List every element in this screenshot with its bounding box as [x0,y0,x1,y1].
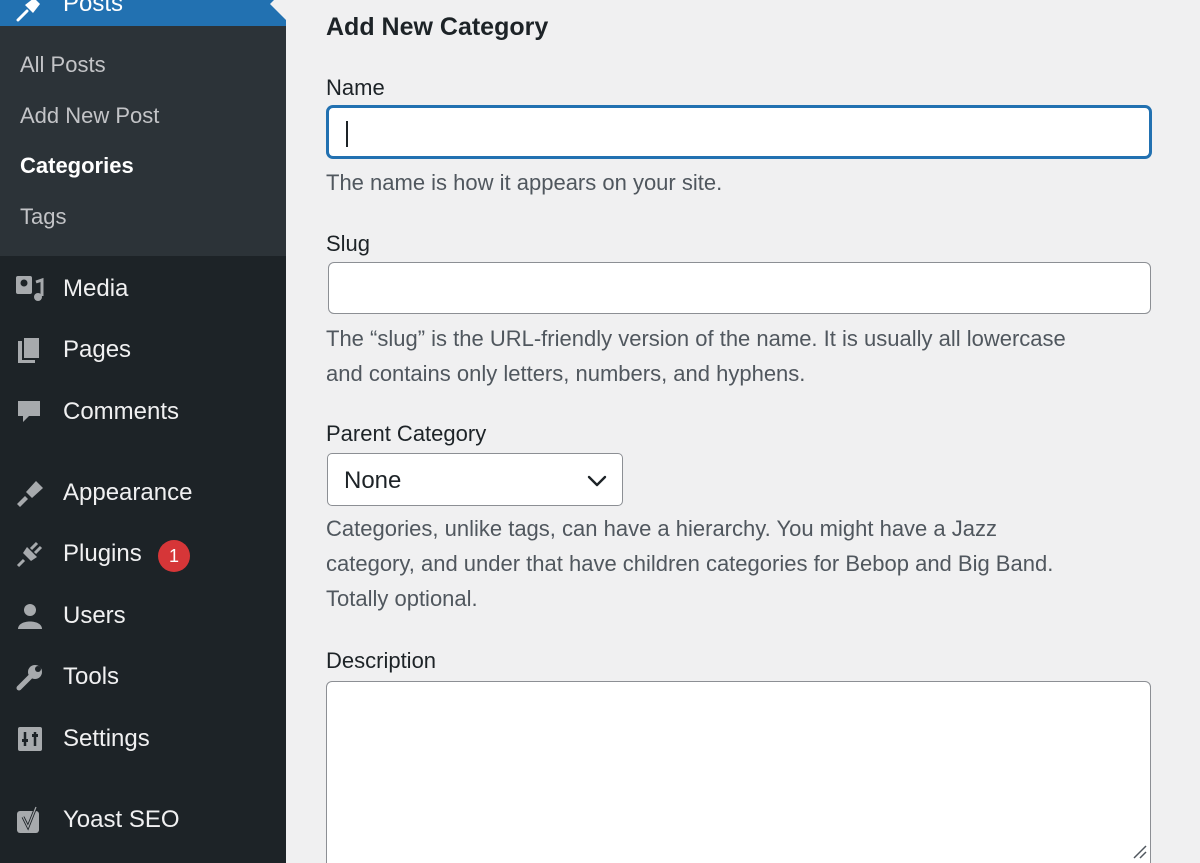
wp-admin-screen: Posts All Posts Add New Post Categories … [0,0,1200,863]
slug-label: Slug [326,231,371,256]
slug-input[interactable] [328,262,1151,314]
description-textarea[interactable] [326,681,1151,863]
parent-help-line-1: Categories, unlike tags, can have a hier… [326,516,997,541]
sidebar-item-posts[interactable]: Posts [0,0,286,26]
sidebar-item-users[interactable]: Users [0,589,286,641]
sidebar-item-label: Plugins [63,540,142,567]
sidebar-item-tools[interactable]: Tools [0,650,286,702]
sidebar-item-label: Tools [63,663,120,690]
slug-help-line-1: The “slug” is the URL-friendly version o… [326,326,1066,351]
sidebar-item-label: Settings [63,725,150,752]
sidebar-item-label: Users [63,602,126,629]
sidebar-item-plugins[interactable]: Plugins 1 [0,527,286,579]
sidebar-item-label: Appearance [63,479,193,506]
admin-sidebar: Posts All Posts Add New Post Categories … [0,0,286,863]
yoast-icon [17,806,39,833]
name-help-text: The name is how it appears on your site. [326,170,723,195]
slug-help-line-2: and contains only letters, numbers, and … [326,361,806,386]
parent-category-select[interactable]: None [327,453,623,506]
sidebar-item-label: Posts [63,0,124,17]
submenu-item-all-posts[interactable]: All Posts [20,52,106,78]
sidebar-item-label: Pages [63,336,132,363]
submenu-item-add-new-post[interactable]: Add New Post [20,103,159,129]
submenu-item-tags[interactable]: Tags [20,204,66,230]
parent-help-line-2: category, and under that have children c… [326,551,1054,576]
wrench-icon [16,665,42,691]
sidebar-item-settings[interactable]: Settings [0,712,286,764]
description-label: Description [326,648,437,673]
sidebar-item-yoast-seo[interactable]: Yoast SEO [0,793,286,845]
media-icon [16,276,44,301]
settings-icon [18,727,42,751]
name-input[interactable] [327,106,1151,158]
chevron-down-icon [587,475,607,487]
form-title: Add New Category [326,13,549,41]
comments-icon [18,401,40,422]
update-count-badge: 1 [158,540,190,572]
plugins-icon [16,541,43,568]
appearance-icon [17,481,43,507]
parent-category-label: Parent Category [326,421,487,446]
pushpin-icon [16,0,40,22]
posts-submenu: All Posts Add New Post Categories Tags [0,26,286,256]
sidebar-item-label: Yoast SEO [63,806,180,833]
sidebar-item-label: Media [63,275,129,302]
resize-grip-icon[interactable] [1128,840,1148,860]
users-icon [18,604,42,629]
sidebar-item-appearance[interactable]: Appearance [0,466,286,518]
pages-icon [18,336,41,363]
text-caret [346,121,348,147]
add-category-form: Add New Category Name The name is how it… [286,0,1200,863]
sidebar-item-comments[interactable]: Comments [0,385,286,437]
current-menu-arrow [270,0,286,20]
parent-help-line-3: Totally optional. [326,586,478,611]
name-label: Name [326,75,385,100]
sidebar-item-media[interactable]: Media [0,262,286,314]
sidebar-item-pages[interactable]: Pages [0,323,286,375]
sidebar-item-label: Comments [63,398,180,425]
select-value: None [344,467,402,494]
submenu-item-categories[interactable]: Categories [20,153,134,179]
